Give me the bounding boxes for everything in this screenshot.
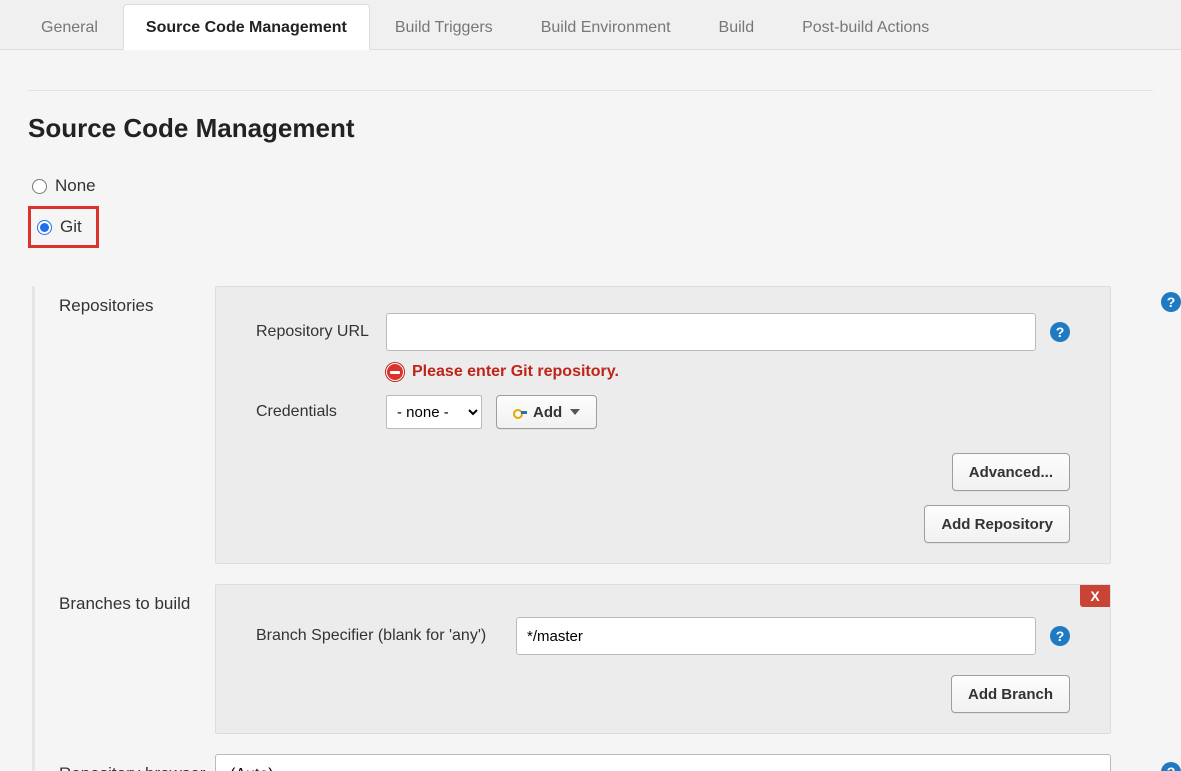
tab-build-triggers[interactable]: Build Triggers (372, 4, 516, 49)
branch-panel: X Branch Specifier (blank for 'any') ? A… (215, 584, 1111, 734)
add-repository-button[interactable]: Add Repository (924, 505, 1070, 543)
repo-url-error: Please enter Git repository. (386, 363, 1070, 381)
delete-branch-button[interactable]: X (1080, 585, 1110, 607)
advanced-button[interactable]: Advanced... (952, 453, 1070, 491)
config-tabs: General Source Code Management Build Tri… (0, 0, 1181, 50)
repo-url-input[interactable] (386, 313, 1036, 351)
section-title: Source Code Management (28, 113, 1153, 144)
scm-option-none[interactable]: None (32, 176, 1153, 196)
radio-none[interactable] (32, 179, 47, 194)
separator (28, 90, 1153, 91)
branch-specifier-label: Branch Specifier (blank for 'any') (256, 627, 516, 645)
help-icon[interactable]: ? (1161, 762, 1181, 771)
repo-url-label: Repository URL (256, 323, 386, 341)
repositories-label: Repositories (35, 286, 215, 316)
add-cred-label: Add (533, 404, 562, 421)
add-credentials-button[interactable]: Add (496, 395, 597, 429)
branch-specifier-row: Branch Specifier (blank for 'any') ? (256, 617, 1070, 655)
add-branch-button[interactable]: Add Branch (951, 675, 1070, 713)
error-icon (386, 363, 404, 381)
scm-option-git[interactable]: Git (28, 206, 99, 248)
help-icon[interactable]: ? (1050, 322, 1070, 342)
repository-panel: Repository URL ? Please enter Git reposi… (215, 286, 1111, 564)
radio-git[interactable] (37, 220, 52, 235)
radio-none-label: None (55, 176, 96, 196)
repo-browser-label: Repository browser (35, 754, 215, 771)
credentials-label: Credentials (256, 403, 386, 421)
row-repo-browser: Repository browser ? (Auto) (35, 754, 1153, 771)
branches-label: Branches to build (35, 584, 215, 614)
radio-git-label: Git (60, 217, 82, 237)
tab-scm[interactable]: Source Code Management (123, 4, 370, 50)
error-text: Please enter Git repository. (412, 363, 619, 381)
chevron-down-icon (570, 409, 580, 415)
repo-url-row: Repository URL ? (256, 313, 1070, 351)
branch-specifier-input[interactable] (516, 617, 1036, 655)
credentials-row: Credentials - none - Add (256, 395, 1070, 429)
help-icon[interactable]: ? (1161, 292, 1181, 312)
row-branches: Branches to build X Branch Specifier (bl… (35, 584, 1153, 734)
tab-build[interactable]: Build (696, 4, 778, 49)
row-repositories: Repositories ? Repository URL ? Ple (35, 286, 1153, 564)
git-config-body: Repositories ? Repository URL ? Ple (32, 286, 1153, 771)
repo-browser-select[interactable]: (Auto) (215, 754, 1111, 771)
help-icon[interactable]: ? (1050, 626, 1070, 646)
tab-build-environment[interactable]: Build Environment (518, 4, 694, 49)
tab-general[interactable]: General (18, 4, 121, 49)
credentials-select[interactable]: - none - (386, 395, 482, 429)
key-icon (513, 407, 527, 417)
tab-post-build[interactable]: Post-build Actions (779, 4, 952, 49)
